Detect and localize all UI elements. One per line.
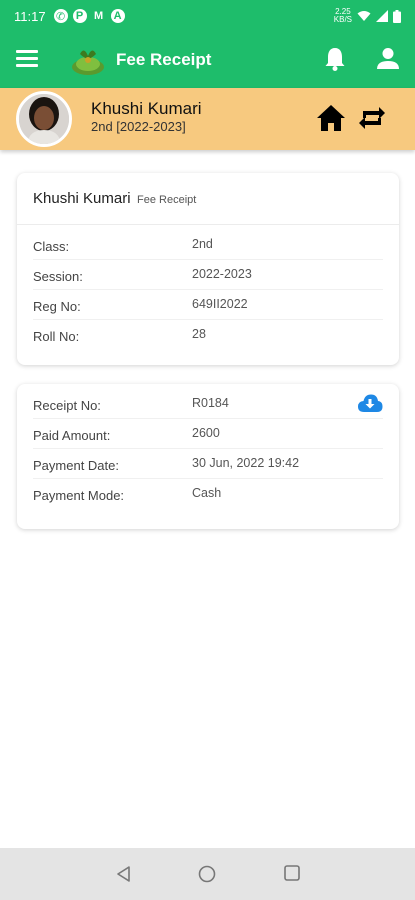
card-header: Khushi Kumari Fee Receipt xyxy=(17,173,399,225)
home-nav-icon[interactable] xyxy=(197,864,217,884)
detail-value: 2nd xyxy=(192,237,213,251)
switch-student-icon[interactable] xyxy=(358,104,386,132)
detail-value: 2022-2023 xyxy=(192,267,252,281)
receipt-value: 30 Jun, 2022 19:42 xyxy=(192,456,300,470)
receipt-row-paid-amount: Paid Amount: 2600 xyxy=(33,419,383,449)
avatar xyxy=(16,91,72,147)
detail-row-reg-no: Reg No: 649II2022 xyxy=(33,290,383,320)
bell-icon[interactable] xyxy=(323,46,347,72)
wifi-icon xyxy=(357,11,371,21)
detail-label: Class: xyxy=(33,239,70,254)
detail-row-session: Session: 2022-2023 xyxy=(33,260,383,290)
detail-row-class: Class: 2nd xyxy=(33,230,383,260)
detail-label: Reg No: xyxy=(33,299,81,314)
card-student-name: Khushi Kumari xyxy=(33,190,131,207)
receipt-label: Receipt No: xyxy=(33,398,101,413)
net-speed: 2.25 KB/S xyxy=(334,8,352,24)
status-bar: 11:17 ✆ P M A 2.25 KB/S xyxy=(0,0,415,32)
receipt-row-payment-date: Payment Date: 30 Jun, 2022 19:42 xyxy=(33,449,383,479)
student-details-card: Khushi Kumari Fee Receipt Class: 2nd Ses… xyxy=(17,173,399,365)
receipt-value: Cash xyxy=(192,486,222,500)
gmail-icon: M xyxy=(93,10,104,22)
receipt-row-payment-mode: Payment Mode: Cash xyxy=(33,479,383,509)
receipt-row-receipt-no: Receipt No: R0184 xyxy=(33,389,383,419)
whatsapp-icon: ✆ xyxy=(53,9,68,23)
user-icon[interactable] xyxy=(376,46,400,72)
card-subtitle: Fee Receipt xyxy=(137,194,197,206)
student-profile-bar: Khushi Kumari 2nd [2022-2023] xyxy=(0,88,415,150)
a-icon: A xyxy=(110,9,125,23)
p-icon: P xyxy=(72,9,87,23)
receipt-label: Payment Date: xyxy=(33,458,119,473)
menu-icon[interactable] xyxy=(16,50,38,68)
receipt-value: R0184 xyxy=(192,396,229,410)
app-bar: Fee Receipt xyxy=(0,32,415,88)
student-class-session: 2nd [2022-2023] xyxy=(91,119,186,134)
cloud-download-icon[interactable] xyxy=(357,393,383,413)
detail-label: Roll No: xyxy=(33,329,80,344)
status-time: 11:17 xyxy=(14,8,46,24)
app-logo xyxy=(72,50,104,75)
receipt-card: Receipt No: R0184 Paid Amount: 2600 Paym… xyxy=(17,384,399,529)
net-speed-unit: KB/S xyxy=(333,15,352,24)
receipt-value: 2600 xyxy=(192,426,220,440)
recent-apps-icon[interactable] xyxy=(283,864,301,882)
detail-value: 649II2022 xyxy=(192,297,248,311)
receipt-label: Paid Amount: xyxy=(33,428,111,443)
detail-label: Session: xyxy=(33,269,83,284)
page-title: Fee Receipt xyxy=(116,50,212,69)
receipt-label: Payment Mode: xyxy=(33,488,125,503)
student-name: Khushi Kumari xyxy=(91,99,202,118)
detail-value: 28 xyxy=(192,327,206,341)
system-nav-bar xyxy=(0,848,415,900)
battery-icon xyxy=(393,9,401,23)
back-icon[interactable] xyxy=(114,864,134,884)
signal-icon xyxy=(376,10,388,22)
detail-row-roll-no: Roll No: 28 xyxy=(33,320,383,350)
home-icon[interactable] xyxy=(316,104,346,132)
